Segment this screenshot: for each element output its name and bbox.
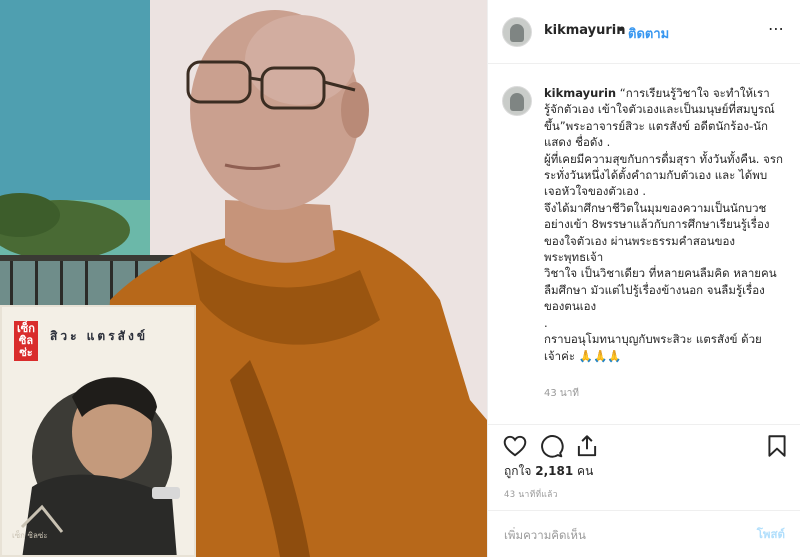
heart-icon[interactable] [502,433,528,459]
comment-input[interactable] [504,525,734,545]
post-header: kikmayurin • ติดตาม ⋯ [488,0,800,64]
album-logo-text: เซ็ก ซิลซ่ะ [12,531,48,540]
comment-bar: โพสต์ [488,510,800,557]
action-bar [488,424,800,464]
caption-text: kikmayurin “การเรียนรู้วิชาใจ จะทำให้เรา… [544,85,784,364]
caption-avatar[interactable] [502,86,532,116]
bookmark-icon[interactable] [764,433,790,459]
album-artist: สิวะ แตรสังข์ [50,329,149,343]
post-details-panel: kikmayurin • ติดตาม ⋯ kikmayurin “การเรี… [487,0,800,557]
header-separator: • [617,23,625,38]
avatar[interactable] [502,17,532,47]
follow-button[interactable]: ติดตาม [628,23,669,44]
likes-number: 2,181 [535,464,574,478]
album-title: เซ็ก ซิล ซ่ะ [14,321,38,361]
caption-username[interactable]: kikmayurin [544,86,616,100]
album-cover-inset: เซ็ก ซิล ซ่ะ สิวะ แตรสังข์ เซ็ก ซิลซ่ะ [0,305,196,557]
post-comment-button[interactable]: โพสต์ [757,526,785,544]
post-timestamp: 43 นาทีที่แล้ว [504,490,558,500]
header-username[interactable]: kikmayurin [544,23,626,38]
caption-timestamp: 43 นาที [544,388,579,399]
caption-body: “การเรียนรู้วิชาใจ จะทำให้เรารู้จักตัวเอ… [544,86,784,363]
share-icon[interactable] [574,433,600,459]
caption-section: kikmayurin “การเรียนรู้วิชาใจ จะทำให้เรา… [488,72,800,412]
likes-prefix: ถูกใจ [504,464,532,478]
comment-icon[interactable] [538,433,564,459]
post-photo[interactable]: เซ็ก ซิล ซ่ะ สิวะ แตรสังข์ เซ็ก ซิลซ่ะ [0,0,487,557]
likes-suffix: คน [577,464,594,478]
likes-count[interactable]: ถูกใจ 2,181 คน [504,462,593,481]
more-options-icon[interactable]: ⋯ [768,19,785,38]
